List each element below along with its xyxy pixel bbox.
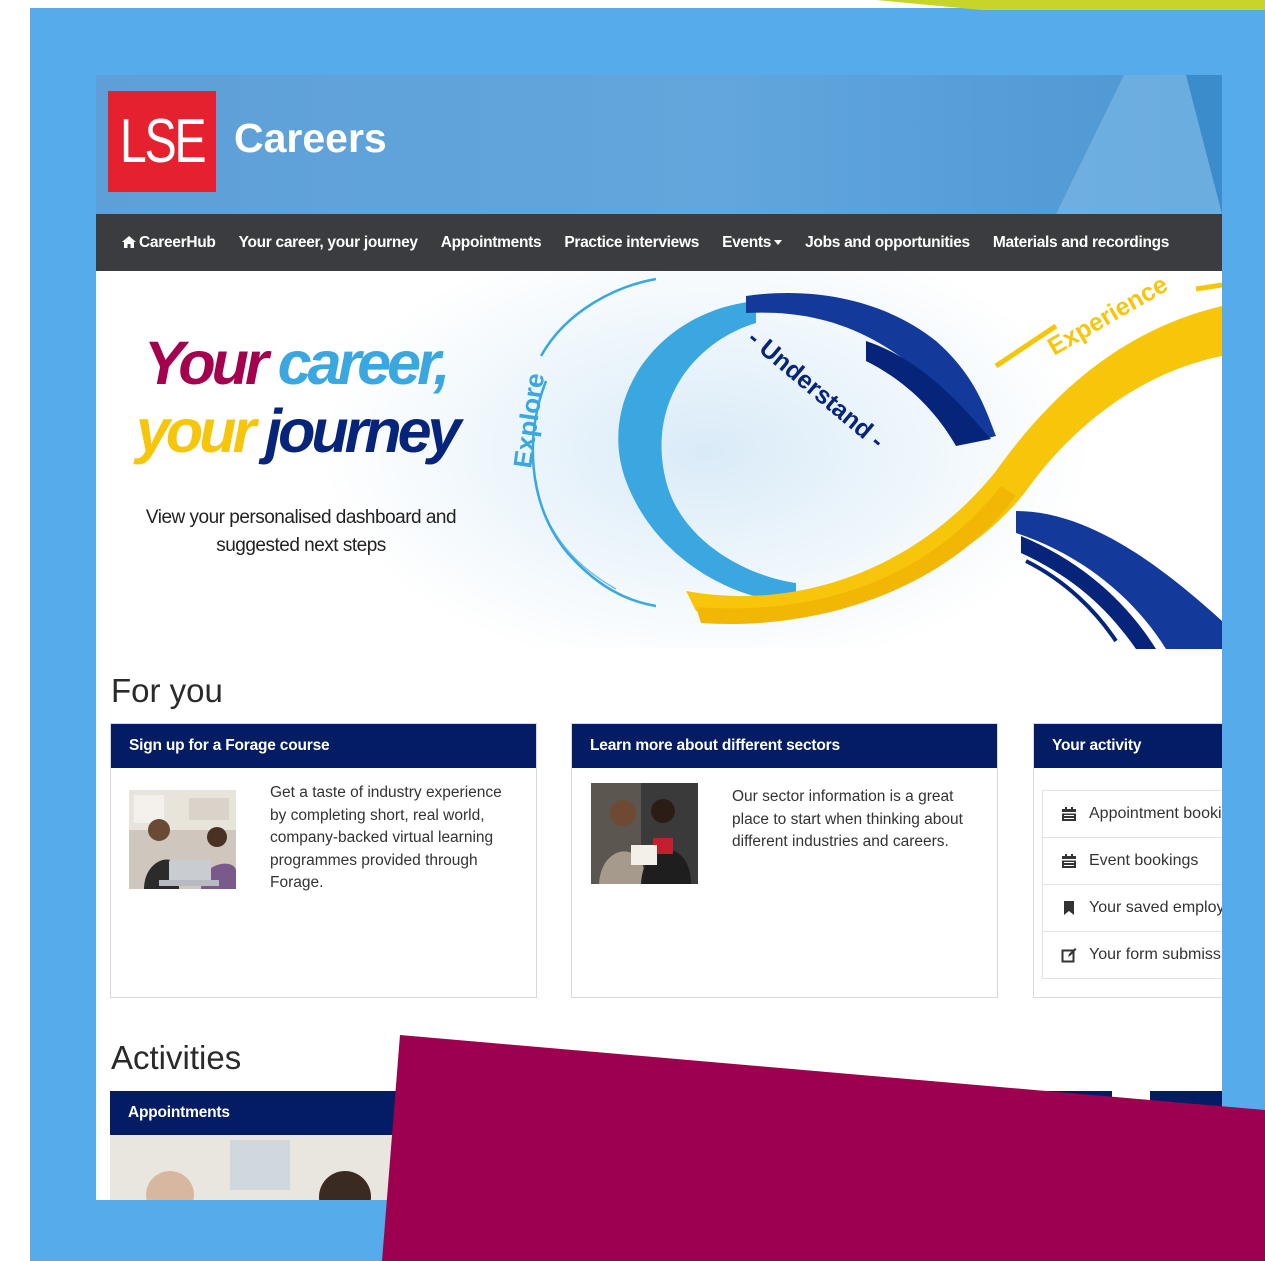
hero-heading-line2: your journey: [136, 401, 461, 462]
card-title[interactable]: Appointments: [110, 1091, 1112, 1135]
slide-stage: LSE Careers CareerHub Your career, your …: [0, 0, 1265, 1261]
nav-your-career[interactable]: Your career, your journey: [227, 234, 429, 252]
hero-heading-line1: Your career,: [144, 333, 450, 394]
forage-card[interactable]: Sign up for a Forage course Get a taste …: [110, 723, 537, 998]
nav-materials[interactable]: Materials and recordings: [981, 234, 1180, 252]
nav-label: Events: [722, 233, 772, 251]
activity-list: Appointment bookings Event bookings Your…: [1042, 790, 1222, 979]
activity-label: Your form submissions: [1089, 946, 1222, 963]
site-header: LSE Careers: [96, 75, 1222, 214]
activity-form-submissions[interactable]: Your form submissions: [1042, 932, 1222, 979]
home-icon: [122, 235, 136, 248]
activity-event-bookings[interactable]: Event bookings: [1042, 838, 1222, 885]
activity-label: Event bookings: [1089, 852, 1199, 869]
nav-jobs[interactable]: Jobs and opportunities: [794, 234, 982, 252]
card-title[interactable]: Learn more about different sectors: [572, 724, 997, 768]
nav-practice-interviews[interactable]: Practice interviews: [553, 234, 711, 252]
hero-word: your: [136, 397, 256, 465]
hero-word: career,: [277, 329, 451, 397]
hero-banner[interactable]: Explore - Understand - Experience Your c…: [96, 271, 1222, 649]
bookmark-icon: [1064, 901, 1074, 915]
site-title[interactable]: Careers: [234, 115, 387, 162]
activity-card: Your activity Appointment bookings Event…: [1033, 723, 1222, 998]
edit-icon: [1061, 948, 1077, 963]
main-navigation: CareerHub Your career, your journey Appo…: [96, 214, 1222, 271]
activities-heading: Activities: [111, 1039, 242, 1076]
card-title[interactable]: Your activity: [1034, 724, 1222, 768]
nav-events[interactable]: Events: [711, 234, 794, 252]
chevron-down-icon: [774, 239, 783, 245]
careers-website: LSE Careers CareerHub Your career, your …: [96, 75, 1222, 1200]
hero-subtitle: View your personalised dashboard and sug…: [145, 507, 457, 556]
activity-label: Appointment bookings: [1089, 805, 1222, 822]
lse-logo[interactable]: LSE: [108, 91, 216, 192]
appointments-image: [110, 1135, 410, 1200]
next-card-header[interactable]: [1150, 1091, 1222, 1135]
activity-appointment-bookings[interactable]: Appointment bookings: [1042, 790, 1222, 838]
hero-word: Your: [144, 329, 269, 397]
card-description: Our sector information is a great place …: [732, 788, 963, 850]
calendar-icon: [1062, 807, 1076, 821]
nav-appointments[interactable]: Appointments: [429, 234, 553, 252]
card-description: Get a taste of industry experience by co…: [270, 784, 502, 891]
nav-careerhub[interactable]: CareerHub: [96, 234, 227, 252]
explore-label: Explore: [507, 371, 550, 470]
students-laptop-image: [129, 790, 236, 889]
activity-label: Your saved employers: [1089, 899, 1222, 916]
card-title[interactable]: Sign up for a Forage course: [111, 724, 536, 768]
hero-word: journey: [265, 397, 461, 465]
activity-saved-employers[interactable]: Your saved employers: [1042, 885, 1222, 932]
nav-label: CareerHub: [139, 233, 216, 251]
appointments-card[interactable]: Appointments: [110, 1091, 1112, 1200]
sectors-card[interactable]: Learn more about different sectors Our s…: [571, 723, 998, 998]
logo-text: LSE: [119, 107, 207, 176]
for-you-heading: For you: [111, 672, 223, 709]
students-reading-image: [591, 783, 698, 884]
calendar-icon: [1062, 854, 1076, 868]
